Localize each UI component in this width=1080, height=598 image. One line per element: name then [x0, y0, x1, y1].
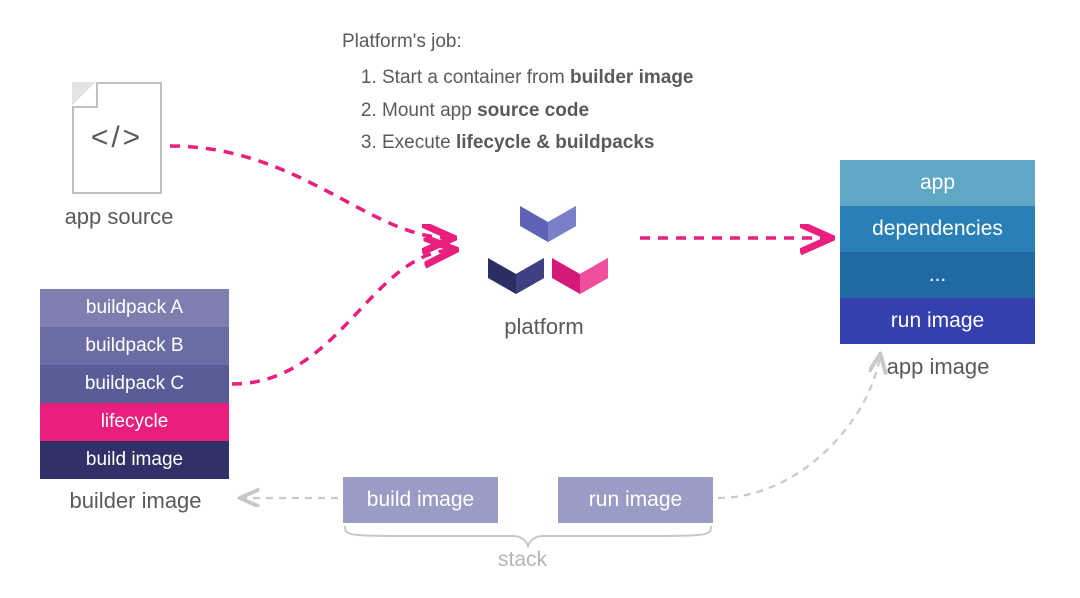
platform-logo-icon — [468, 178, 628, 308]
stack-label: stack — [498, 548, 547, 572]
app-image-stack: app dependencies ... run image — [840, 160, 1035, 344]
builder-image-stack: buildpack A buildpack B buildpack C life… — [40, 289, 229, 479]
app-image-deps-row: dependencies — [840, 206, 1035, 252]
app-source-label: app source — [54, 204, 184, 230]
job-3: Execute lifecycle & buildpacks — [382, 127, 694, 159]
platform-jobs-text: Platform's job: Start a container from b… — [342, 26, 694, 159]
platform-label: platform — [494, 314, 594, 340]
build-image-row: build image — [40, 441, 229, 479]
code-icon: </> — [74, 84, 160, 192]
stack-brace-icon — [343, 524, 713, 548]
job-2: Mount app source code — [382, 95, 694, 127]
app-image-app-row: app — [840, 160, 1035, 206]
stack-run-image-box: run image — [558, 477, 713, 523]
lifecycle-row: lifecycle — [40, 403, 229, 441]
stack-build-image-box: build image — [343, 477, 498, 523]
job-1: Start a container from builder image — [382, 62, 694, 94]
app-image-runimage-row: run image — [840, 298, 1035, 344]
arrow-source-to-platform — [170, 146, 450, 238]
app-image-ellipsis-row: ... — [840, 252, 1035, 298]
app-image-label: app image — [878, 354, 998, 380]
buildpack-b-row: buildpack B — [40, 327, 229, 365]
app-source-file-icon: </> — [72, 82, 162, 194]
arrow-builder-to-platform — [232, 250, 452, 384]
buildpack-a-row: buildpack A — [40, 289, 229, 327]
jobs-title: Platform's job: — [342, 26, 694, 58]
arrow-runimage-to-appimage — [718, 356, 880, 498]
buildpack-c-row: buildpack C — [40, 365, 229, 403]
builder-image-label: builder image — [58, 488, 213, 514]
